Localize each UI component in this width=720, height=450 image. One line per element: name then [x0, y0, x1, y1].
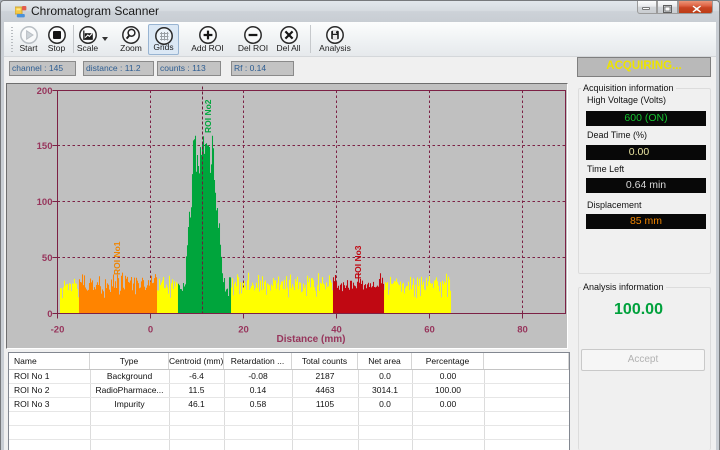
- svg-text:0: 0: [47, 309, 52, 320]
- svg-text:ROI No3: ROI No3: [353, 245, 363, 279]
- svg-text:ROI No2: ROI No2: [203, 99, 213, 133]
- svg-text:-20: -20: [51, 325, 65, 336]
- svg-text:0: 0: [148, 325, 153, 336]
- svg-text:80: 80: [517, 325, 528, 336]
- svg-text:60: 60: [424, 325, 435, 336]
- svg-text:Distance (mm): Distance (mm): [277, 334, 346, 345]
- svg-text:100: 100: [37, 197, 53, 208]
- svg-text:ROI No1: ROI No1: [112, 241, 122, 275]
- svg-text:150: 150: [37, 141, 53, 152]
- svg-text:50: 50: [42, 253, 53, 264]
- svg-text:20: 20: [238, 325, 249, 336]
- svg-text:200: 200: [37, 86, 53, 97]
